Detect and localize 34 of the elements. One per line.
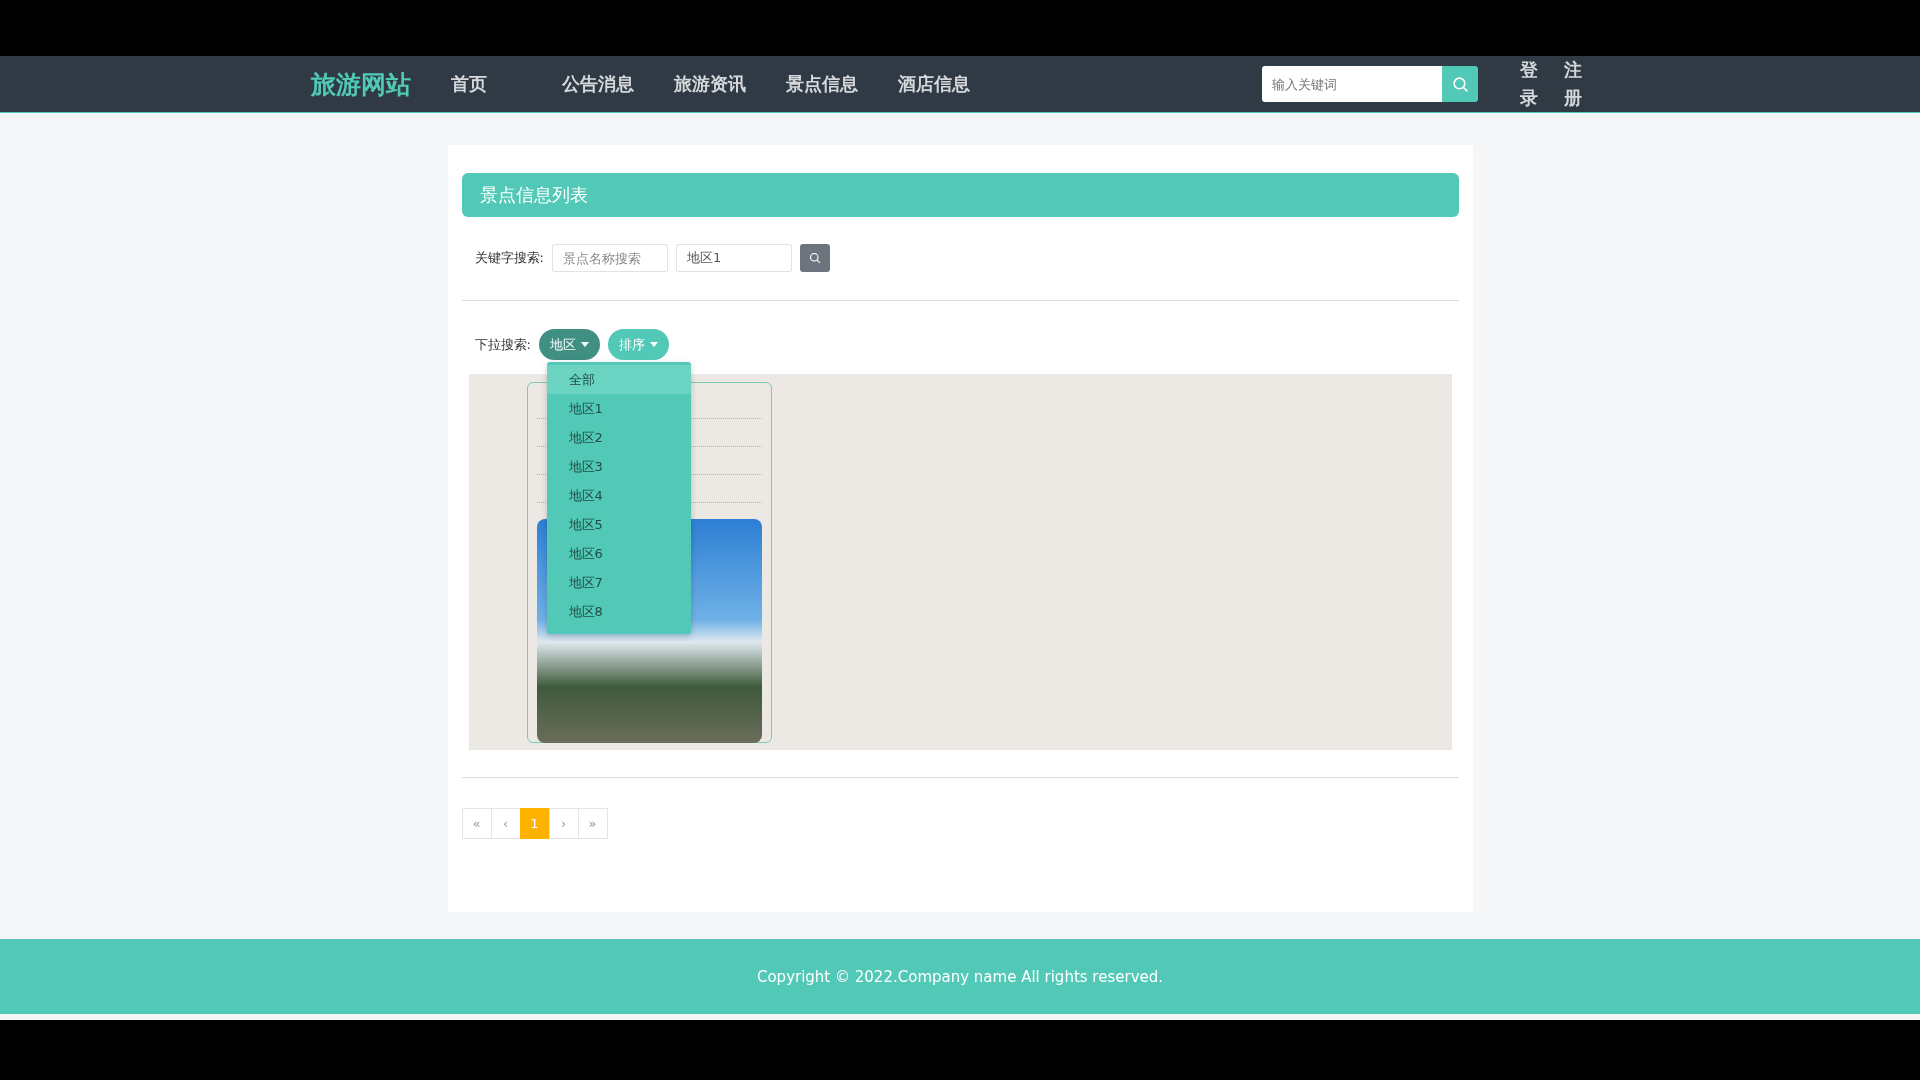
menu-item[interactable]: 地区7 [546, 568, 691, 597]
dropdown-search-label: 下拉搜索: [474, 335, 531, 354]
page-button[interactable]: › [548, 808, 579, 839]
search-icon [808, 252, 821, 264]
auth-link[interactable]: 登录 [1520, 56, 1538, 112]
nav-link[interactable]: 公告消息 [562, 72, 634, 96]
input-field[interactable]: 地区1 [675, 244, 792, 272]
search-field[interactable]: 输入关键词 [1262, 66, 1442, 102]
input-field[interactable]: 景点名称搜索 [551, 244, 668, 272]
nav-link[interactable]: 酒店信息 [898, 72, 970, 96]
search-icon [1451, 75, 1469, 93]
menu-item[interactable]: 地区3 [546, 452, 691, 481]
copyright-text: Copyright © 2022.Company name All rights reserved. [756, 967, 1164, 986]
menu-item[interactable]: 地区6 [546, 539, 691, 568]
caret-icon [580, 342, 589, 347]
menu-item[interactable]: 地区1 [546, 394, 691, 423]
nav-link[interactable]: 首页 [451, 72, 487, 96]
nav-link[interactable]: 景点信息 [786, 72, 858, 96]
menu-item[interactable]: 全部 [546, 365, 691, 394]
menu-item[interactable]: 地区8 [546, 597, 691, 626]
dropdown-button[interactable]: 地区 [538, 329, 600, 360]
menu-item[interactable]: 地区5 [546, 510, 691, 539]
nav-link[interactable]: 旅游资讯 [674, 72, 746, 96]
menu-item[interactable]: 地区2 [546, 423, 691, 452]
page-button[interactable]: » [577, 808, 608, 839]
keyword-search-label: 关键字搜索: [474, 249, 544, 267]
caret-icon [649, 342, 658, 347]
search-button[interactable] [799, 244, 830, 272]
auth-link[interactable]: 注册 [1564, 56, 1582, 112]
menu-item[interactable]: 地区4 [546, 481, 691, 510]
site-logo: 旅游网站 [311, 68, 411, 101]
page-button[interactable]: ‹ [490, 808, 521, 839]
page-button[interactable]: « [461, 808, 492, 839]
panel-title: 景点信息列表 [461, 173, 1459, 217]
